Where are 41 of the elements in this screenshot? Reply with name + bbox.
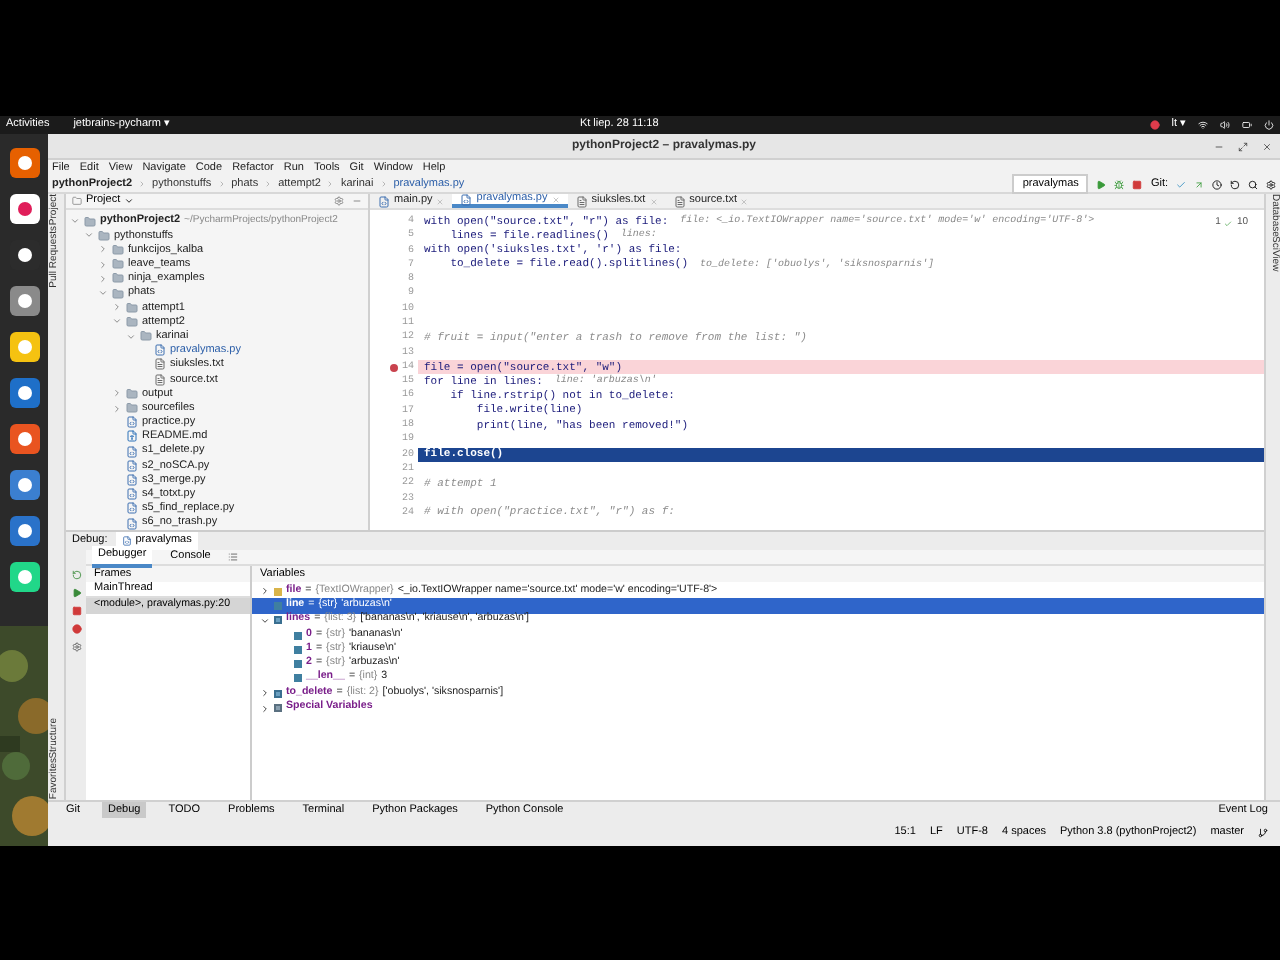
rerun-icon[interactable] (71, 570, 81, 580)
branch-icon (1258, 827, 1268, 837)
text-file-icon (673, 195, 686, 207)
history-icon[interactable] (1212, 179, 1222, 189)
dock-app-icon[interactable] (9, 148, 39, 178)
text-file-icon (575, 195, 588, 207)
wifi-icon[interactable] (1198, 120, 1208, 130)
layout-icon[interactable] (228, 552, 239, 562)
volume-icon[interactable] (1220, 120, 1230, 130)
dock-app-icon[interactable] (9, 332, 39, 362)
settings-icon[interactable] (1266, 179, 1276, 189)
check-icon (1224, 219, 1233, 228)
stop-icon[interactable] (71, 606, 81, 616)
caret-icon[interactable] (124, 196, 135, 206)
battery-icon[interactable] (1242, 120, 1252, 130)
resume-icon[interactable] (71, 588, 81, 598)
check-icon[interactable] (1176, 179, 1186, 189)
python-file-icon (378, 195, 390, 207)
breakpoints-icon[interactable] (71, 624, 81, 634)
run-icon[interactable] (1096, 179, 1107, 189)
dock-app-icon[interactable] (9, 194, 39, 224)
maximize-icon[interactable] (1238, 141, 1248, 151)
dock-app-icon[interactable] (9, 378, 39, 408)
folder-icon (72, 196, 82, 206)
dock-app-icon[interactable] (9, 516, 39, 546)
python-file-icon (126, 416, 138, 429)
dock-app-icon[interactable] (9, 562, 39, 592)
dock-app-icon[interactable] (9, 424, 39, 454)
debug-icon[interactable] (1114, 179, 1125, 189)
dock-app-icon[interactable] (9, 470, 39, 500)
push-icon[interactable] (1194, 179, 1204, 189)
markdown-file-icon (126, 430, 138, 443)
python-file-icon (121, 536, 132, 546)
power-icon[interactable] (1264, 120, 1274, 130)
record-icon[interactable] (1149, 120, 1160, 130)
stop-icon[interactable] (1132, 179, 1143, 189)
python-file-icon (460, 193, 473, 205)
search-icon[interactable] (1248, 179, 1258, 189)
dock-app-icon[interactable] (9, 286, 39, 316)
rollback-icon[interactable] (1230, 179, 1240, 189)
python-file-icon (154, 344, 166, 357)
